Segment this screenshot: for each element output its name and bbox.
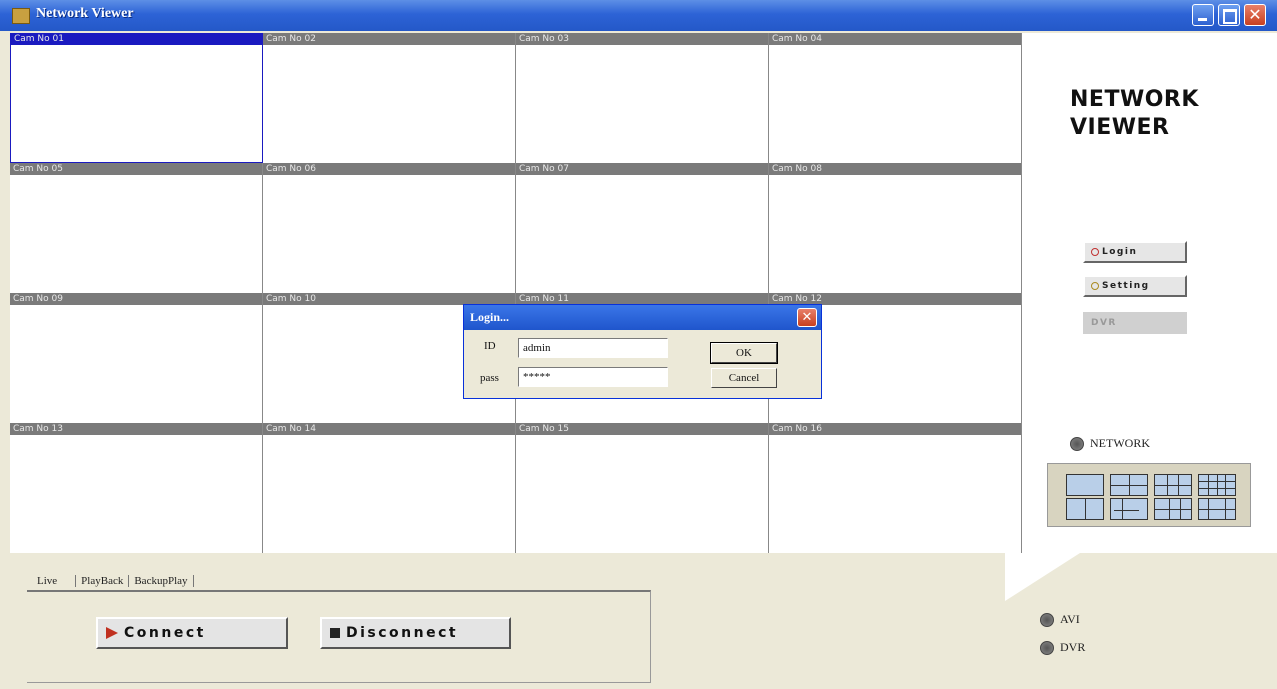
camera-label: Cam No 03: [516, 33, 768, 45]
camera-tile[interactable]: Cam No 06: [263, 163, 516, 293]
disconnect-button-label: Disconnect: [346, 625, 459, 641]
layout-selector: [1047, 463, 1251, 527]
network-radio[interactable]: NETWORK: [1070, 436, 1150, 451]
camera-tile[interactable]: Cam No 03: [516, 33, 769, 163]
panel-divider: [1005, 553, 1080, 601]
mode-tabs: Live PlayBack BackupPlay: [32, 575, 194, 587]
dialog-close-icon[interactable]: ✕: [797, 308, 817, 327]
minimize-button[interactable]: [1192, 4, 1214, 26]
login-dialog: Login... ✕ ID pass OK Cancel: [463, 304, 822, 399]
layout-1x1-icon[interactable]: [1066, 474, 1104, 496]
layout-1plus5-icon[interactable]: [1154, 498, 1192, 520]
camera-label: Cam No 05: [10, 163, 262, 175]
window-title: Network Viewer: [36, 6, 134, 21]
network-radio-label: NETWORK: [1090, 436, 1150, 450]
maximize-button[interactable]: [1218, 4, 1240, 26]
camera-label: Cam No 16: [769, 423, 1021, 435]
setting-dot-icon: [1091, 281, 1099, 290]
tab-live[interactable]: Live: [32, 575, 75, 587]
disconnect-button[interactable]: Disconnect: [320, 617, 511, 649]
setting-button[interactable]: Setting: [1083, 275, 1187, 297]
connect-button[interactable]: Connect: [96, 617, 288, 649]
camera-tile[interactable]: Cam No 14: [263, 423, 516, 553]
play-icon: [106, 627, 118, 639]
camera-label: Cam No 08: [769, 163, 1021, 175]
layout-3x3-icon[interactable]: [1154, 474, 1192, 496]
camera-tile[interactable]: Cam No 16: [769, 423, 1022, 553]
camera-label: Cam No 04: [769, 33, 1021, 45]
layout-1plus7-icon[interactable]: [1198, 498, 1236, 520]
id-input[interactable]: [518, 338, 668, 358]
connect-button-label: Connect: [124, 625, 206, 641]
login-button-label: Login: [1102, 247, 1138, 257]
camera-tile[interactable]: Cam No 07: [516, 163, 769, 293]
camera-tile[interactable]: Cam No 15: [516, 423, 769, 553]
camera-tile[interactable]: Cam No 09: [10, 293, 263, 423]
camera-grid: Cam No 01 Cam No 02 Cam No 03 Cam No 04 …: [10, 33, 1022, 553]
close-button[interactable]: ✕: [1244, 4, 1266, 26]
id-label: ID: [484, 340, 496, 352]
camera-tile[interactable]: Cam No 02: [263, 33, 516, 163]
dialog-title: Login...: [464, 305, 821, 330]
camera-label: Cam No 07: [516, 163, 768, 175]
dvr-radio-label: DVR: [1060, 640, 1086, 654]
dvr-button[interactable]: DVR: [1083, 312, 1187, 334]
login-dot-icon: [1091, 247, 1099, 256]
camera-label: Cam No 02: [263, 33, 515, 45]
camera-tile[interactable]: Cam No 01: [10, 33, 263, 163]
logo-line-2: VIEWER: [1070, 115, 1170, 140]
app-icon: [12, 8, 30, 24]
app-logo: NETWORK VIEWER: [1070, 86, 1199, 142]
layout-4x4-icon[interactable]: [1198, 474, 1236, 496]
logo-line-1: NETWORK: [1070, 87, 1199, 112]
layout-2x2-icon[interactable]: [1110, 474, 1148, 496]
camera-label: Cam No 01: [11, 33, 262, 45]
camera-tile[interactable]: Cam No 13: [10, 423, 263, 553]
radio-icon: [1040, 612, 1054, 627]
avi-radio[interactable]: AVI: [1040, 612, 1080, 627]
camera-label: Cam No 06: [263, 163, 515, 175]
camera-tile[interactable]: Cam No 05: [10, 163, 263, 293]
layout-1plus-icon[interactable]: [1110, 498, 1148, 520]
ok-button[interactable]: OK: [710, 342, 778, 364]
camera-label: Cam No 13: [10, 423, 262, 435]
setting-button-label: Setting: [1102, 281, 1150, 291]
avi-radio-label: AVI: [1060, 612, 1080, 626]
camera-tile[interactable]: Cam No 08: [769, 163, 1022, 293]
tab-backupplay[interactable]: BackupPlay: [128, 575, 194, 587]
tab-playback[interactable]: PlayBack: [75, 575, 128, 587]
cancel-button[interactable]: Cancel: [711, 368, 777, 388]
stop-icon: [330, 628, 340, 638]
camera-label: Cam No 09: [10, 293, 262, 305]
radio-icon: [1070, 436, 1084, 451]
layout-split-icon[interactable]: [1066, 498, 1104, 520]
title-bar: Network Viewer ✕: [0, 0, 1277, 31]
dvr-radio[interactable]: DVR: [1040, 640, 1085, 655]
camera-label: Cam No 15: [516, 423, 768, 435]
camera-tile[interactable]: Cam No 04: [769, 33, 1022, 163]
dvr-button-label: DVR: [1091, 318, 1117, 328]
login-button[interactable]: Login: [1083, 241, 1187, 263]
pass-label: pass: [480, 372, 499, 384]
radio-icon: [1040, 640, 1054, 655]
camera-label: Cam No 14: [263, 423, 515, 435]
password-input[interactable]: [518, 367, 668, 387]
